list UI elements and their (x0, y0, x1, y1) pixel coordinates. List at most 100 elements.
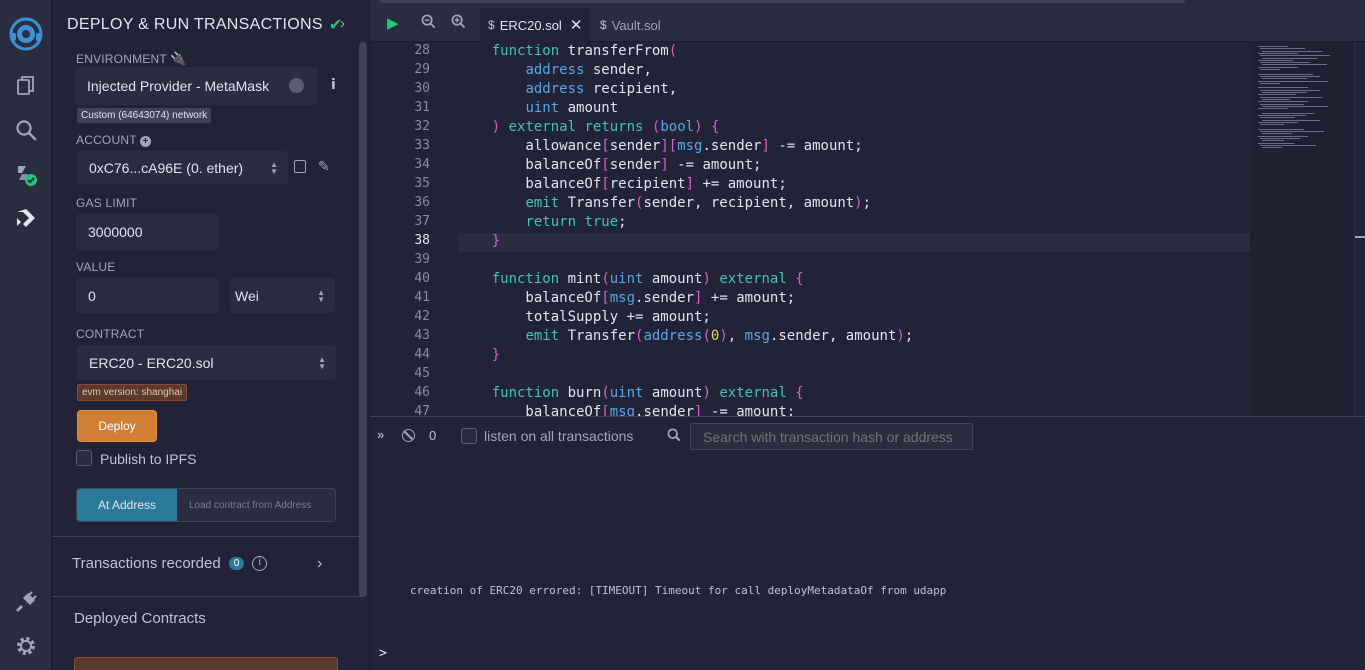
info-icon[interactable]: ⅰ (331, 76, 336, 93)
line-number: 32 (414, 119, 430, 134)
minimap-line (1260, 75, 1320, 77)
close-icon[interactable]: ✕ (570, 16, 583, 34)
minimap-line (1258, 101, 1308, 103)
line-number: 28 (414, 43, 430, 58)
minimap-line (1260, 82, 1280, 84)
plugin-manager-icon[interactable] (12, 588, 40, 616)
publish-ipfs-checkbox[interactable] (76, 450, 92, 466)
minimap-line (1262, 78, 1307, 80)
transactions-recorded-label: Transactions recorded (72, 555, 221, 572)
contract-label: CONTRACT (76, 327, 145, 341)
search-icon (667, 428, 681, 447)
tab-label: Vault.sol (611, 17, 661, 33)
run-script-icon[interactable]: ▶ (387, 14, 399, 32)
pending-tx-count: 0 (429, 428, 437, 443)
line-number: 38 (414, 233, 430, 248)
solidity-file-icon: $ (600, 18, 607, 32)
tab-vault[interactable]: $ Vault.sol (592, 8, 669, 42)
value-input[interactable]: 0 (76, 278, 219, 313)
plus-circle-icon[interactable]: + (140, 136, 152, 147)
divider (52, 536, 362, 537)
account-label: ACCOUNT + (76, 133, 152, 147)
deploy-run-icon[interactable] (12, 204, 40, 232)
chevron-right-icon[interactable]: › (340, 15, 345, 32)
file-explorer-icon[interactable] (12, 72, 40, 100)
deploy-button[interactable]: Deploy (77, 410, 157, 442)
clear-console-icon[interactable] (402, 429, 415, 442)
account-select[interactable]: 0xC76...cA96E (0. ether) ▲ ▼ (77, 151, 288, 184)
environment-select[interactable]: Injected Provider - MetaMask (75, 67, 318, 105)
terminal-output[interactable]: creation of ERC20 errored: [TIMEOUT] Tim… (370, 456, 1365, 670)
minimap-line (1260, 144, 1316, 146)
minimap-line (1262, 92, 1307, 93)
transaction-search-input[interactable] (690, 423, 973, 450)
minimap-line (1260, 96, 1322, 98)
line-number: 39 (414, 252, 430, 267)
minimap-line (1258, 108, 1288, 110)
code-line: uint amount (525, 100, 619, 116)
environment-label: ENVIRONMENT 🔌 (76, 51, 187, 66)
transactions-recorded-row[interactable]: Transactions recorded 0 i (72, 555, 268, 572)
gas-limit-value: 3000000 (88, 224, 143, 240)
panel-title: DEPLOY & RUN TRANSACTIONS (67, 16, 323, 33)
solidity-compiler-icon[interactable] (12, 160, 40, 188)
publish-ipfs-label: Publish to IPFS (100, 451, 197, 467)
contract-select[interactable]: ERC20 - ERC20.sol ▲ ▼ (77, 345, 336, 380)
tab-erc20[interactable]: $ ERC20.sol ✕ (480, 8, 590, 42)
edit-icon[interactable]: ✎ (318, 158, 330, 175)
minimap[interactable] (1250, 42, 1354, 416)
environment-value: Injected Provider - MetaMask (87, 78, 270, 94)
search-icon[interactable] (12, 116, 40, 144)
at-address-group: At Address Load contract from Address (76, 488, 336, 522)
panel-header: DEPLOY & RUN TRANSACTIONS ✔ › (67, 15, 345, 35)
line-number: 47 (414, 404, 430, 416)
code-line: balanceOf[msg.sender] += amount; (458, 290, 796, 306)
at-address-input[interactable]: Load contract from Address (177, 489, 335, 521)
divider (52, 596, 362, 597)
minimap-line (1262, 112, 1314, 114)
at-address-button[interactable]: At Address (77, 489, 177, 521)
code-line: } (491, 347, 501, 363)
chevron-updown-icon: ▲ ▼ (318, 354, 326, 371)
minimap-line (1262, 57, 1317, 59)
line-number: 35 (414, 176, 430, 191)
listen-transactions-checkbox[interactable] (461, 428, 477, 444)
minimap-line (1262, 147, 1282, 149)
evm-version-badge: evm version: shanghai (77, 384, 188, 401)
solidity-file-icon: $ (488, 18, 495, 32)
chevrons-down-icon[interactable]: » (377, 427, 384, 442)
settings-gear-icon[interactable] (12, 632, 40, 660)
remix-logo-icon[interactable] (8, 16, 44, 52)
minimap-line (1260, 69, 1280, 70)
panel-scrollbar[interactable] (359, 42, 367, 597)
terminal-prompt[interactable]: > (379, 646, 387, 661)
code-line: function mint(uint amount) external { (491, 271, 804, 287)
line-number: 44 (414, 347, 430, 362)
top-scroll-thumb[interactable] (380, 0, 1185, 3)
minimap-line (1260, 55, 1330, 57)
zoom-in-icon[interactable] (451, 14, 466, 32)
icon-rail (0, 0, 52, 670)
minimap-line (1258, 80, 1328, 82)
code-editor[interactable]: 28 29 30 31 32 33 34 35 36 37 38 39 40 41 42 43 44 45 46 47… (370, 42, 1365, 416)
line-number: 29 (414, 62, 430, 77)
code-line: emit Transfer(sender, recipient, amount)… (525, 195, 872, 211)
copy-icon[interactable] (294, 160, 306, 173)
minimap-line (1260, 138, 1300, 139)
gas-limit-input[interactable]: 3000000 (76, 214, 219, 250)
minimap-line (1258, 128, 1304, 130)
line-number: 45 (414, 366, 430, 381)
code-line: function transferFrom( (491, 43, 678, 59)
info-circle-icon[interactable]: i (252, 556, 268, 571)
editor-scrollbar[interactable] (1354, 42, 1365, 416)
gas-limit-label: GAS LIMIT (76, 196, 138, 210)
zoom-out-icon[interactable] (421, 14, 436, 32)
minimap-line (1258, 121, 1298, 123)
deploy-run-panel: DEPLOY & RUN TRANSACTIONS ✔ › ENVIRONMEN… (52, 0, 370, 670)
value-unit-select[interactable]: Wei ▲ ▼ (230, 278, 335, 313)
minimap-line (1260, 117, 1295, 119)
deployed-contracts-alert (74, 657, 338, 670)
code-line: totalSupply += amount; (458, 309, 711, 325)
line-number-gutter: 28 29 30 31 32 33 34 35 36 37 38 39 40 41 42 43 44 45 46 47 (370, 42, 455, 416)
chevron-right-icon[interactable]: › (317, 555, 322, 573)
